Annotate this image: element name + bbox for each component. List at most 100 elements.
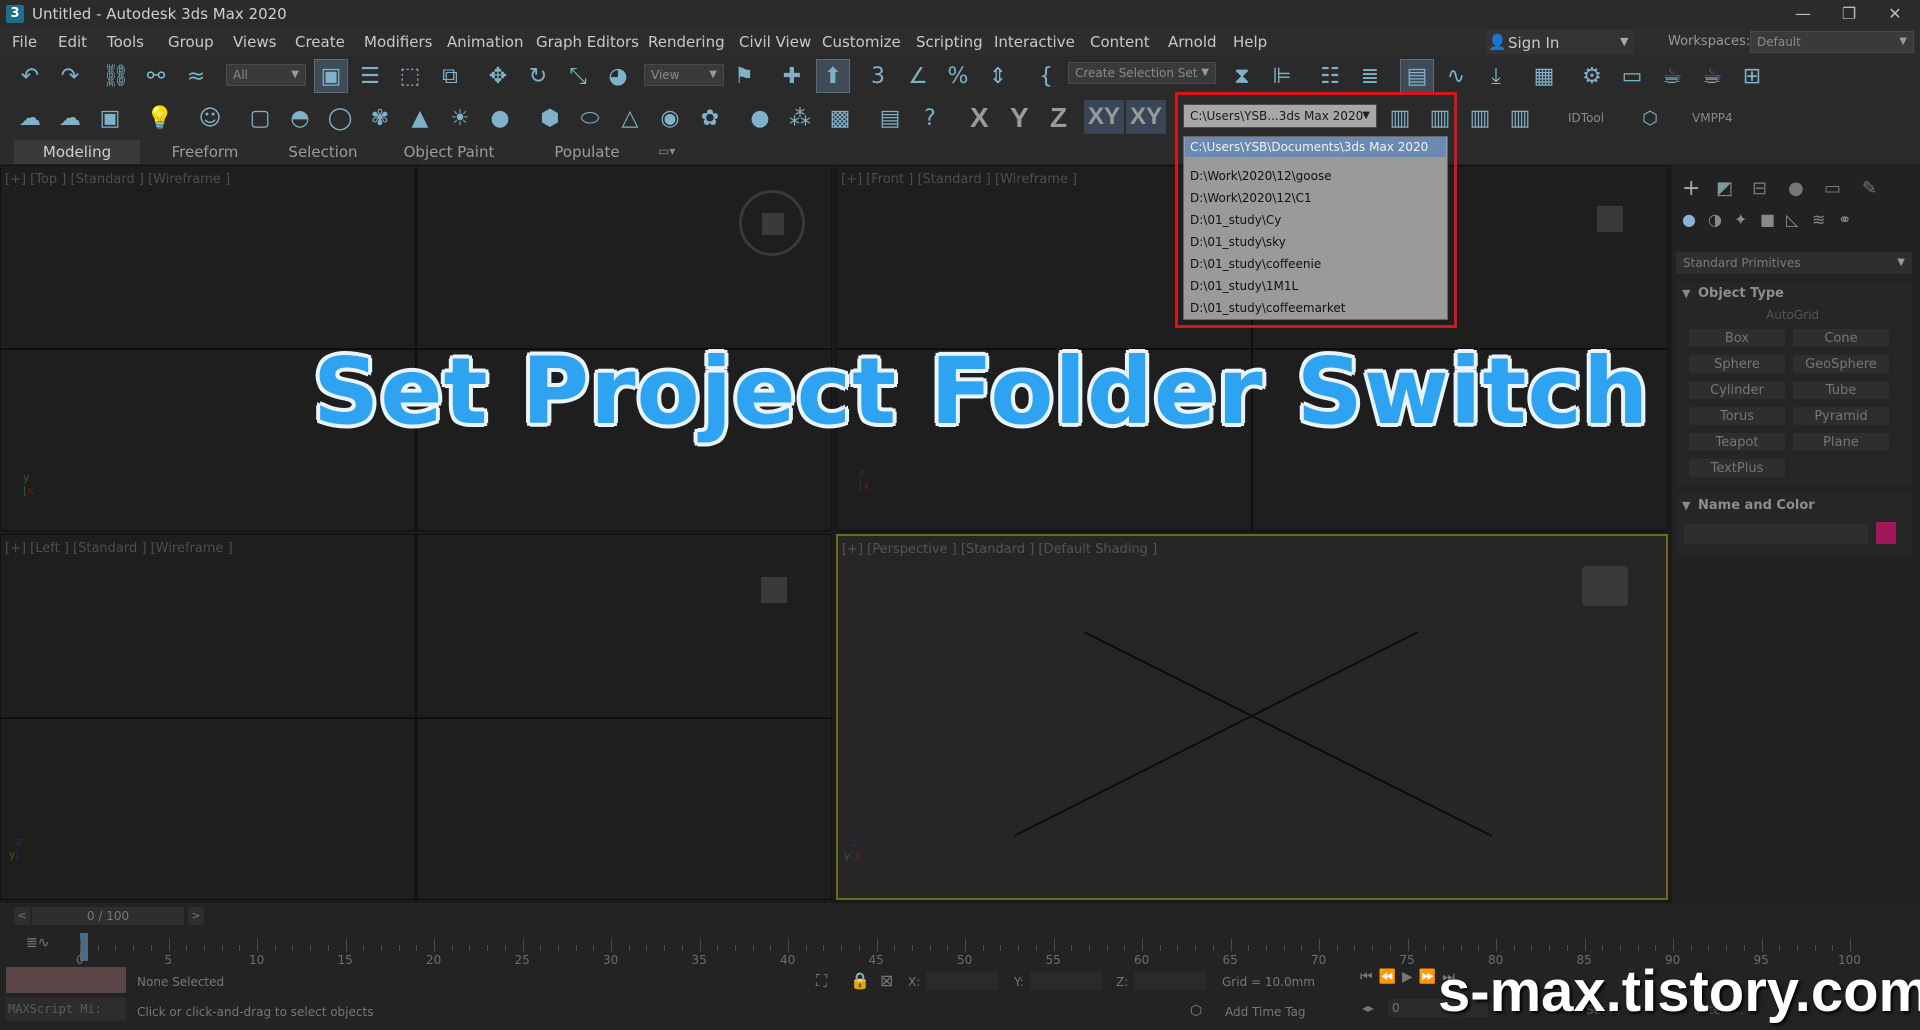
rollout-collapse-icon[interactable]: ▼ [1682, 287, 1690, 300]
name-color-title[interactable]: Name and Color [1698, 498, 1815, 513]
menu-rendering[interactable]: Rendering [648, 33, 725, 51]
shell-icon[interactable]: ✾ [364, 102, 396, 134]
object-name-input[interactable] [1684, 524, 1868, 544]
primitive-category-dropdown[interactable]: Standard Primitives ▼ [1676, 252, 1912, 274]
plane-button[interactable]: Plane [1792, 432, 1890, 452]
sphere-icon[interactable]: ● [484, 102, 516, 134]
time-tag-icon[interactable]: ⬡ [1190, 1003, 1202, 1019]
move-icon[interactable]: ✥ [482, 60, 514, 92]
angle-snap-icon[interactable]: ∠ [902, 60, 934, 92]
teapot-button[interactable]: Teapot [1688, 432, 1786, 452]
layer-explorer-icon[interactable]: ≣ [1354, 60, 1386, 92]
tab-populate[interactable]: Populate [524, 140, 650, 164]
display-tab-icon[interactable]: ▭ [1824, 178, 1841, 199]
vmpp4-label[interactable]: VMPP4 [1692, 111, 1733, 125]
torus-button[interactable]: Torus [1688, 406, 1786, 426]
viewcube-ring[interactable] [739, 190, 805, 256]
viewcube-icon[interactable] [762, 213, 784, 235]
spacewarps-icon[interactable]: ≋ [1812, 210, 1825, 229]
render-frame-icon[interactable]: ▣ [94, 102, 126, 134]
utilities-tab-icon[interactable]: ✎ [1862, 178, 1877, 199]
cone-icon[interactable]: ▲ [404, 102, 436, 134]
globe-icon[interactable]: ◉ [654, 102, 686, 134]
x-coord-field[interactable] [926, 972, 998, 990]
light-icon[interactable]: 💡 [144, 102, 176, 134]
cameras-icon[interactable]: ■ [1760, 210, 1775, 229]
rendered-frame-icon[interactable]: ▭ [1616, 60, 1648, 92]
spheres-icon[interactable]: ⁂ [784, 102, 816, 134]
render-setup-icon[interactable]: ⚙ [1576, 60, 1608, 92]
key-mode-icon[interactable]: ◂▸ [1362, 1001, 1374, 1015]
textplus-button[interactable]: TextPlus [1688, 458, 1786, 478]
menu-scripting[interactable]: Scripting [916, 33, 983, 51]
bind-spacewarp-icon[interactable]: ≈ [180, 60, 212, 92]
next-frame-icon[interactable]: > [188, 907, 204, 925]
idtool-label[interactable]: IDTool [1568, 111, 1604, 125]
geosphere-button[interactable]: GeoSphere [1792, 354, 1890, 374]
select-by-name-icon[interactable]: ☰ [354, 60, 386, 92]
rect-selection-icon[interactable]: ⬚ [394, 60, 426, 92]
redo-icon[interactable]: ↷ [54, 60, 86, 92]
render-window-icon[interactable]: ▩ [824, 102, 856, 134]
maxscript-listener-input[interactable] [6, 967, 126, 993]
lock-icon[interactable]: 🔒 [850, 971, 870, 990]
menu-edit[interactable]: Edit [58, 33, 87, 51]
project-browse-icon[interactable]: ▥ [1464, 102, 1496, 134]
cone-button[interactable]: Cone [1792, 328, 1890, 348]
pivot-center-icon[interactable]: ⚑ [728, 60, 760, 92]
tab-object-paint[interactable]: Object Paint [386, 140, 512, 164]
schematic-view-icon[interactable]: ⤓ [1480, 60, 1512, 92]
menu-modifiers[interactable]: Modifiers [364, 33, 432, 51]
render-iterative-icon[interactable]: ☕ [1696, 60, 1728, 92]
tube-button[interactable]: Tube [1792, 380, 1890, 400]
autogrid-checkbox[interactable]: AutoGrid [1766, 308, 1819, 322]
pyramid-button[interactable]: Pyramid [1792, 406, 1890, 426]
tab-freeform[interactable]: Freeform [142, 140, 268, 164]
axis-xy-cycle-button[interactable]: XY [1126, 100, 1167, 134]
project-folder-option[interactable]: D:\01_study\1M1L [1190, 279, 1298, 293]
menu-interactive[interactable]: Interactive [994, 33, 1075, 51]
project-folder-option[interactable]: D:\01_study\Cy [1190, 213, 1281, 227]
align-icon[interactable]: ⊫ [1266, 60, 1298, 92]
undo-icon[interactable]: ↶ [14, 60, 46, 92]
modify-tab-icon[interactable]: ◩ [1716, 178, 1733, 199]
edit-named-sets-icon[interactable]: { [1030, 60, 1062, 92]
geometry-icon[interactable]: ● [1682, 210, 1696, 229]
isolate-icon[interactable]: ⛶ [816, 971, 827, 991]
render-production-icon[interactable]: ☕ [1656, 60, 1688, 92]
hex-icon[interactable]: ⬡ [1634, 102, 1666, 134]
y-coord-field[interactable] [1030, 972, 1102, 990]
prev-frame-icon[interactable]: < [14, 907, 30, 925]
z-coord-field[interactable] [1134, 972, 1206, 990]
sun-icon[interactable]: ☀ [444, 102, 476, 134]
unlink-icon[interactable]: ⚯ [140, 60, 172, 92]
viewport-left[interactable]: [+] [Left ] [Standard ] [Wireframe ] z y⌊ [0, 534, 832, 900]
time-slider[interactable]: 0 / 100 [32, 907, 184, 925]
viewport-front-label[interactable]: [+] [Front ] [Standard ] [Wireframe ] [841, 172, 1077, 187]
systems-icon[interactable]: ⚭ [1838, 210, 1851, 229]
keyboard-shortcut-icon[interactable]: ⬆ [816, 59, 850, 93]
material-editor-icon[interactable]: ▦ [1528, 60, 1560, 92]
helpers-icon[interactable]: ◺ [1786, 210, 1798, 229]
render-cloud-icon[interactable]: ⊞ [1736, 60, 1768, 92]
select-object-icon[interactable]: ▣ [314, 59, 348, 93]
maxscript-mini-input[interactable]: MAXScript Mi: [6, 997, 126, 1021]
menu-tools[interactable]: Tools [107, 33, 144, 51]
scene-explorer-icon[interactable]: ☷ [1314, 60, 1346, 92]
project-folder-option[interactable]: D:\01_study\sky [1190, 235, 1286, 249]
capsule-icon[interactable]: ⬭ [574, 102, 606, 134]
menu-arnold[interactable]: Arnold [1168, 33, 1217, 51]
menu-create[interactable]: Create [295, 33, 345, 51]
menu-customize[interactable]: Customize [822, 33, 901, 51]
box-prim-icon[interactable]: ▢ [244, 102, 276, 134]
viewcube-icon[interactable] [1582, 566, 1628, 606]
rollout-collapse-icon[interactable]: ▼ [1682, 499, 1690, 512]
menu-content[interactable]: Content [1090, 33, 1150, 51]
lights-icon[interactable]: ✦ [1734, 210, 1747, 229]
plant-icon[interactable]: ✿ [694, 102, 726, 134]
shapes-icon[interactable]: ◑ [1708, 210, 1722, 229]
minimize-button[interactable]: — [1780, 2, 1826, 26]
viewport-top-label[interactable]: [+] [Top ] [Standard ] [Wireframe ] [5, 172, 230, 187]
menu-civil-view[interactable]: Civil View [739, 33, 811, 51]
create-tab-icon[interactable]: + [1682, 176, 1700, 201]
